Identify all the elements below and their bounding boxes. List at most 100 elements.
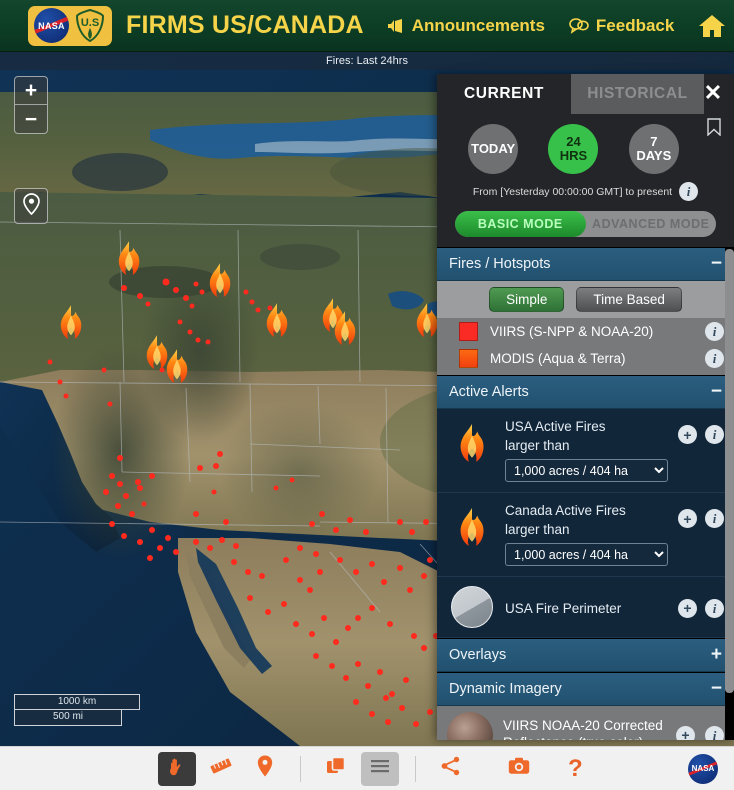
date-range-text: From [Yesterday 00:00:00 GMT] to present (472, 185, 673, 198)
section-dynamic-imagery-toggle[interactable]: − (711, 679, 722, 699)
feedback-link[interactable]: Feedback (569, 16, 674, 36)
noaa20-thumbnail-icon: NOAA-20 (447, 712, 493, 740)
app-header: NASA U.S FIRMS US/CANADA Announcements F… (0, 0, 734, 52)
section-fires-hotspots-title: Fires / Hotspots (449, 256, 551, 272)
simple-button[interactable]: Simple (489, 287, 565, 312)
section-dynamic-imagery-header[interactable]: Dynamic Imagery − (437, 672, 734, 706)
layers-icon (326, 756, 346, 781)
canada-threshold-select[interactable]: 1,000 acres / 404 ha (505, 543, 668, 566)
noaa20-add-icon[interactable]: + (676, 725, 695, 740)
toolbar-group-layers (317, 751, 399, 786)
date-range-info-icon[interactable]: i (679, 182, 699, 201)
agency-logos: NASA U.S (28, 5, 112, 46)
zoom-in-button[interactable]: + (15, 77, 47, 105)
close-icon[interactable]: ✕ (698, 78, 728, 108)
section-active-alerts-header[interactable]: Active Alerts − (437, 375, 734, 409)
nasa-logo-text: NASA (38, 20, 65, 31)
tab-current[interactable]: CURRENT (437, 74, 571, 114)
toolbar-group-navigation (158, 751, 284, 786)
time-based-button[interactable]: Time Based (576, 287, 682, 312)
alert-row-usa-active-fires[interactable]: USA Active Fires larger than 1,000 acres… (437, 409, 734, 493)
alert-title-perimeter: USA Fire Perimeter (505, 601, 622, 616)
noaa20-info-icon[interactable]: i (705, 725, 724, 740)
announcements-link[interactable]: Announcements (386, 16, 545, 36)
usa-add-icon[interactable]: + (678, 425, 697, 444)
layer-row-viirs[interactable]: VIIRS (S-NPP & NOAA-20) i (437, 318, 734, 345)
section-overlays-toggle[interactable]: + (711, 645, 722, 665)
bottom-toolbar: ? NASA (0, 746, 734, 790)
period-24hrs[interactable]: 24 HRS (548, 124, 599, 174)
ruler-icon (209, 756, 233, 781)
usfs-logo-icon: U.S (73, 8, 106, 43)
flame-icon (449, 503, 495, 549)
panel-tabs: CURRENT HISTORICAL ✕ (437, 74, 734, 114)
marker-tool-button[interactable] (246, 752, 284, 786)
bookmark-icon[interactable] (707, 118, 721, 141)
viirs-color-swatch (459, 322, 478, 341)
map-pin-icon (22, 192, 40, 220)
app-title: FIRMS US/CANADA (126, 11, 364, 39)
dynamic-row-noaa20[interactable]: NOAA-20 VIIRS NOAA-20 Corrected Reflecta… (437, 706, 734, 740)
section-overlays-title: Overlays (449, 647, 507, 663)
share-icon (441, 756, 461, 781)
speech-bubbles-icon (569, 17, 589, 34)
panel-scroll-area[interactable]: Fires / Hotspots − Simple Time Based VII… (437, 247, 734, 740)
home-icon[interactable] (698, 13, 726, 39)
share-tool-button[interactable] (432, 752, 470, 786)
canada-add-icon[interactable]: + (678, 509, 697, 528)
scale-mi: 500 mi (14, 710, 122, 726)
usa-info-icon[interactable]: i (705, 425, 724, 444)
pan-tool-button[interactable] (158, 751, 196, 786)
fire-perimeter-icon (449, 586, 495, 628)
toolbar-group-actions: ? (432, 752, 583, 786)
locate-button[interactable] (14, 188, 48, 224)
date-range-row: From [Yesterday 00:00:00 GMT] to present… (437, 180, 734, 211)
panel-scrollbar[interactable] (725, 247, 734, 740)
camera-tool-button[interactable] (500, 752, 538, 786)
viirs-info-icon[interactable]: i (705, 322, 724, 341)
section-fires-hotspots-header[interactable]: Fires / Hotspots − (437, 247, 734, 281)
perimeter-add-icon[interactable]: + (678, 598, 697, 618)
flame-icon (449, 419, 495, 465)
tab-historical[interactable]: HISTORICAL (571, 74, 704, 114)
section-active-alerts-toggle[interactable]: − (711, 382, 722, 402)
layers-panel: CURRENT HISTORICAL ✕ TODAY 24 HRS 7 DAYS… (437, 74, 734, 740)
layers-tool-button[interactable] (317, 752, 355, 786)
section-overlays-header[interactable]: Overlays + (437, 638, 734, 672)
period-7days[interactable]: 7 DAYS (628, 124, 679, 174)
toolbar-divider-1 (300, 755, 301, 782)
nasa-logo-icon: NASA (34, 8, 69, 43)
usa-threshold-select[interactable]: 1,000 acres / 404 ha (505, 459, 668, 482)
map-banner: Fires: Last 24hrs (0, 52, 734, 70)
nasa-logo-icon[interactable]: NASA (688, 753, 718, 784)
legend-tool-button[interactable] (361, 751, 399, 786)
svg-text:U.S: U.S (80, 17, 98, 29)
period-today[interactable]: TODAY (468, 124, 519, 174)
fires-view-buttons: Simple Time Based (437, 281, 734, 318)
measure-tool-button[interactable] (202, 752, 240, 786)
period-7days-line1: 7 (650, 134, 658, 150)
alert-row-usa-fire-perimeter[interactable]: USA Fire Perimeter + i (437, 577, 734, 638)
basic-mode-button[interactable]: BASIC MODE (455, 211, 586, 237)
scale-km: 1000 km (14, 694, 140, 710)
panel-scrollbar-thumb[interactable] (725, 249, 734, 693)
layer-label-modis: MODIS (Aqua & Terra) (490, 351, 626, 366)
section-fires-hotspots-toggle[interactable]: − (711, 254, 722, 274)
layer-row-modis[interactable]: MODIS (Aqua & Terra) i (437, 345, 734, 375)
section-active-alerts-title: Active Alerts (449, 384, 529, 400)
perimeter-info-icon[interactable]: i (705, 598, 724, 618)
mode-selector: BASIC MODE ADVANCED MODE (437, 211, 734, 247)
zoom-out-button[interactable]: − (15, 105, 47, 133)
camera-icon (508, 757, 530, 780)
advanced-mode-button[interactable]: ADVANCED MODE (586, 211, 717, 237)
toolbar-divider-2 (415, 755, 416, 782)
period-24hrs-line2: HRS (559, 148, 588, 163)
period-7days-line2: DAYS (636, 148, 672, 163)
map-scalebar: 1000 km 500 mi (14, 694, 140, 726)
dynamic-label-noaa20: VIIRS NOAA-20 Corrected Reflectance (tru… (503, 718, 663, 740)
alert-row-canada-active-fires[interactable]: Canada Active Fires larger than 1,000 ac… (437, 493, 734, 577)
legend-icon (369, 758, 391, 779)
help-tool-button[interactable]: ? (568, 756, 583, 781)
canada-info-icon[interactable]: i (705, 509, 724, 528)
modis-info-icon[interactable]: i (705, 349, 724, 368)
